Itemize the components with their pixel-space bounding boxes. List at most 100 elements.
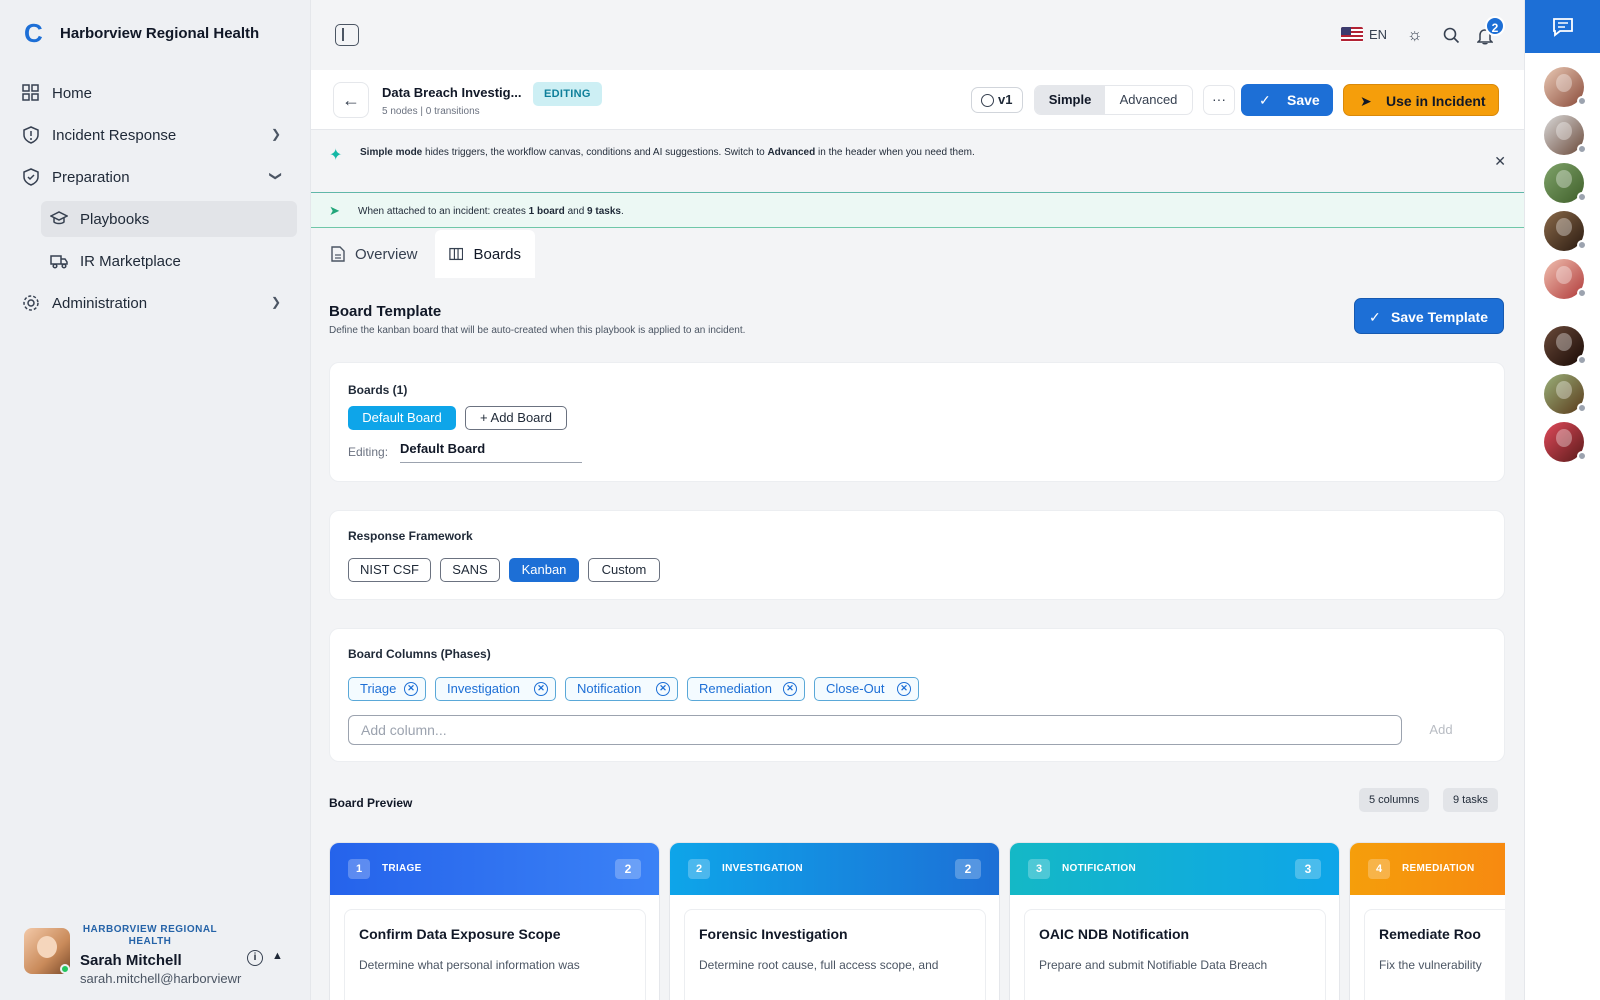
chat-icon (1553, 17, 1573, 37)
playbook-stats: 5 nodes | 0 transitions (382, 106, 480, 117)
chevron-up-icon[interactable]: ▲ (272, 950, 283, 962)
document-icon (331, 246, 345, 262)
column-header: 4 REMEDIATION (1350, 843, 1505, 895)
sidebar-item-incident-response[interactable]: Incident Response ❯ (0, 114, 311, 156)
preview-column-investigation: 2 INVESTIGATION 2 Forensic Investigation… (669, 842, 1000, 1000)
user-name: Sarah Mitchell (80, 952, 182, 969)
banner-text: Simple mode hides triggers, the workflow… (360, 147, 975, 158)
main: ← Data Breach Investig... 5 nodes | 0 tr… (311, 70, 1524, 1000)
mode-advanced-button[interactable]: Advanced (1105, 86, 1192, 114)
tab-boards[interactable]: Boards (435, 230, 535, 278)
use-in-incident-button[interactable]: ➤ Use in Incident (1343, 84, 1499, 116)
task-card[interactable]: OAIC NDB Notification Prepare and submit… (1024, 909, 1326, 1000)
playbook-header: ← Data Breach Investig... 5 nodes | 0 tr… (311, 70, 1524, 130)
attach-mid: and (564, 206, 588, 217)
shield-check-icon (23, 168, 39, 186)
column-number: 3 (1028, 859, 1050, 879)
presence-dot-icon (1577, 144, 1587, 154)
sidebar-item-home[interactable]: Home (0, 72, 311, 114)
status-badge: EDITING (533, 82, 602, 106)
save-button[interactable]: Save (1241, 84, 1333, 116)
sidebar-item-label: Playbooks (80, 210, 150, 228)
rocket-icon: ➤ (1360, 93, 1372, 109)
column-count: 2 (615, 859, 641, 879)
playbook-title: Data Breach Investig... (382, 85, 522, 100)
sidebar-item-administration[interactable]: Administration ❯ (0, 282, 311, 324)
task-title: Confirm Data Exposure Scope (359, 926, 561, 942)
sidebar-item-label: Administration (52, 294, 148, 312)
presence-dot-icon (1577, 288, 1587, 298)
task-card[interactable]: Forensic Investigation Determine root ca… (684, 909, 986, 1000)
presence-rail (1524, 0, 1600, 1000)
brand-name: Harborview Regional Health (60, 24, 260, 42)
close-icon[interactable]: ✕ (1494, 153, 1506, 170)
sidebar-item-preparation[interactable]: Preparation ❯ (0, 156, 311, 198)
chat-button[interactable] (1525, 0, 1600, 53)
us-flag-icon[interactable] (1341, 27, 1363, 42)
brand[interactable]: C Harborview Regional Health (24, 18, 260, 48)
column-name: INVESTIGATION (722, 863, 803, 874)
task-description: Determine root cause, full access scope,… (699, 958, 939, 972)
tabs: Overview Boards (311, 230, 1524, 280)
sidebar-toggle-icon[interactable] (335, 24, 359, 46)
more-options-button[interactable]: ··· (1203, 85, 1235, 115)
back-arrow-icon[interactable]: ← (333, 82, 369, 118)
banner-simple-label: Simple mode (360, 147, 423, 158)
task-description: Prepare and submit Notifiable Data Breac… (1039, 958, 1268, 972)
column-number: 1 (348, 859, 370, 879)
user-email: sarah.mitchell@harborviewr (80, 971, 242, 986)
sidebar-item-label: IR Marketplace (80, 252, 181, 270)
presence-dot-icon (1577, 192, 1587, 202)
attach-text: When attached to an incident: creates 1 … (358, 206, 624, 217)
shield-alert-icon (23, 126, 39, 144)
column-count: 2 (955, 859, 981, 879)
online-status-icon (60, 964, 70, 974)
user-profile[interactable]: HARBORVIEW REGIONAL HEALTH Sarah Mitchel… (24, 924, 294, 986)
task-title: Remediate Roo (1379, 926, 1481, 942)
column-number: 2 (688, 859, 710, 879)
truck-icon (50, 255, 68, 269)
grid-icon (22, 84, 39, 101)
info-icon[interactable]: i (247, 950, 263, 966)
attach-post: . (620, 206, 624, 217)
presence-dot-icon (1577, 240, 1587, 250)
banner-text-2: in the header when you need them. (815, 147, 975, 158)
chevron-down-icon: ❯ (268, 170, 283, 182)
tab-label: Overview (355, 245, 418, 263)
preview-column-notification: 3 NOTIFICATION 3 OAIC NDB Notification P… (1009, 842, 1340, 1000)
search-icon[interactable] (1443, 27, 1460, 44)
version-button[interactable]: v1 (971, 87, 1023, 113)
column-name: TRIAGE (382, 863, 422, 874)
banner-text-1: hides triggers, the workflow canvas, con… (422, 147, 768, 158)
task-title: OAIC NDB Notification (1039, 926, 1190, 942)
task-title: Forensic Investigation (699, 926, 848, 942)
boards-content: Board Template Define the kanban board t… (311, 280, 1524, 1000)
column-header: 1 TRIAGE 2 (330, 843, 659, 895)
task-card[interactable]: Remediate Roo Fix the vulnerability (1364, 909, 1505, 1000)
presence-dot-icon (1577, 403, 1587, 413)
presence-dot-icon (1577, 355, 1587, 365)
attach-tasks: 9 tasks (587, 206, 621, 217)
brand-logo-icon: C (24, 18, 43, 48)
banner-advanced-label: Advanced (767, 147, 816, 158)
task-description: Fix the vulnerability (1379, 958, 1482, 972)
column-name: NOTIFICATION (1062, 863, 1136, 874)
mode-simple-button[interactable]: Simple (1035, 86, 1105, 114)
task-card[interactable]: Confirm Data Exposure Scope Determine wh… (344, 909, 646, 1000)
rocket-icon: ➤ (329, 203, 340, 218)
chevron-right-icon: ❯ (270, 127, 281, 141)
sun-icon[interactable]: ☼ (1407, 25, 1423, 45)
sidebar-item-ir-marketplace[interactable]: IR Marketplace (0, 240, 311, 282)
presence-dot-icon (1577, 451, 1587, 461)
sidebar-item-playbooks[interactable]: Playbooks (0, 198, 311, 240)
notification-badge: 2 (1485, 16, 1505, 36)
column-header: 3 NOTIFICATION 3 (1010, 843, 1339, 895)
tab-overview[interactable]: Overview (317, 230, 432, 278)
sidebar-item-label: Preparation (52, 168, 130, 186)
column-number: 4 (1368, 859, 1390, 879)
sidebar-nav: Home Incident Response ❯ Preparation ❯ P… (0, 72, 311, 324)
language-selector[interactable]: EN (1369, 27, 1387, 42)
cap-icon (50, 211, 68, 225)
topbar: EN ☼ 2 (311, 0, 1524, 70)
attach-pre: When attached to an incident: creates (358, 206, 529, 217)
